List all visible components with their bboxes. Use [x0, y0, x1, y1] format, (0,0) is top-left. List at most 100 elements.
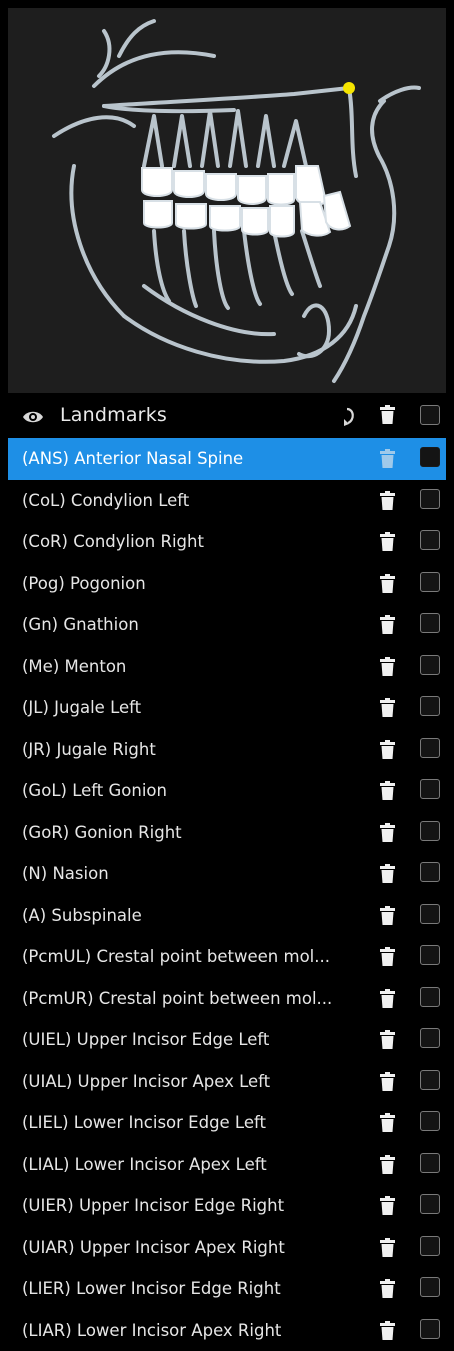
checkbox-box — [420, 572, 440, 592]
delete-landmark-button[interactable] — [380, 574, 395, 593]
landmark-label: (LIER) Lower Incisor Edge Right — [22, 1279, 281, 1298]
landmark-checkbox[interactable] — [420, 738, 440, 758]
landmark-row[interactable]: (UIER) Upper Incisor Edge Right — [8, 1185, 446, 1227]
delete-landmark-button[interactable] — [380, 1321, 395, 1340]
delete-landmark-button[interactable] — [380, 1196, 395, 1215]
delete-all-button[interactable] — [380, 405, 395, 424]
landmark-checkbox[interactable] — [420, 447, 440, 467]
trash-icon — [380, 1279, 395, 1298]
delete-landmark-button[interactable] — [380, 1072, 395, 1091]
trash-icon — [380, 864, 395, 883]
trash-icon — [380, 657, 395, 676]
delete-landmark-button[interactable] — [380, 740, 395, 759]
landmark-label: (Gn) Gnathion — [22, 615, 139, 634]
delete-landmark-button[interactable] — [380, 989, 395, 1008]
landmark-checkbox[interactable] — [420, 1111, 440, 1131]
landmark-row[interactable]: (LIAL) Lower Incisor Apex Left — [8, 1144, 446, 1186]
landmark-row[interactable]: (A) Subspinale — [8, 895, 446, 937]
landmark-checkbox[interactable] — [420, 1153, 440, 1173]
ans-landmark-marker[interactable] — [343, 82, 355, 94]
landmark-checkbox[interactable] — [420, 1277, 440, 1297]
delete-landmark-button[interactable] — [380, 657, 395, 676]
landmark-row[interactable]: (UIAR) Upper Incisor Apex Right — [8, 1227, 446, 1269]
landmark-label: (ANS) Anterior Nasal Spine — [22, 449, 243, 468]
landmark-row[interactable]: (UIEL) Upper Incisor Edge Left — [8, 1019, 446, 1061]
landmark-row[interactable]: (CoL) Condylion Left — [8, 480, 446, 522]
landmark-row[interactable]: (GoL) Left Gonion — [8, 770, 446, 812]
refresh-icon[interactable] — [342, 404, 358, 428]
trash-icon — [380, 906, 395, 925]
landmark-checkbox[interactable] — [420, 1194, 440, 1214]
delete-landmark-button[interactable] — [380, 1155, 395, 1174]
landmark-label: (CoR) Condylion Right — [22, 532, 204, 551]
landmark-checkbox[interactable] — [420, 945, 440, 965]
trash-icon — [380, 1155, 395, 1174]
landmark-label: (A) Subspinale — [22, 906, 142, 925]
landmarks-panel: Landmarks (ANS) Anterior Nasal Spine — [0, 0, 454, 1344]
landmark-checkbox[interactable] — [420, 904, 440, 924]
checkbox-box — [420, 1070, 440, 1090]
delete-landmark-button[interactable] — [380, 1030, 395, 1049]
delete-landmark-button[interactable] — [380, 864, 395, 883]
checkbox-box — [420, 987, 440, 1007]
landmark-label: (GoR) Gonion Right — [22, 823, 182, 842]
checkbox-box — [420, 904, 440, 924]
checkbox-box — [420, 447, 440, 467]
delete-landmark-button[interactable] — [380, 698, 395, 717]
delete-landmark-button[interactable] — [380, 781, 395, 800]
delete-landmark-button[interactable] — [380, 615, 395, 634]
checkbox-box — [420, 530, 440, 550]
landmark-checkbox[interactable] — [420, 987, 440, 1007]
landmark-row[interactable]: (GoR) Gonion Right — [8, 812, 446, 854]
landmark-row[interactable]: (JR) Jugale Right — [8, 729, 446, 771]
delete-landmark-button[interactable] — [380, 449, 395, 468]
landmark-row[interactable]: (PcmUL) Crestal point between mol... — [8, 936, 446, 978]
landmark-row[interactable]: (CoR) Condylion Right — [8, 521, 446, 563]
landmark-checkbox[interactable] — [420, 1236, 440, 1256]
landmark-checkbox[interactable] — [420, 696, 440, 716]
checkbox-box — [420, 1236, 440, 1256]
select-all-checkbox[interactable] — [420, 405, 440, 425]
trash-icon — [380, 823, 395, 842]
delete-landmark-button[interactable] — [380, 947, 395, 966]
landmark-row[interactable]: (Me) Menton — [8, 646, 446, 688]
checkbox-box — [420, 779, 440, 799]
landmark-row[interactable]: (LIER) Lower Incisor Edge Right — [8, 1268, 446, 1310]
landmark-row[interactable]: (JL) Jugale Left — [8, 687, 446, 729]
landmark-row[interactable]: (LIEL) Lower Incisor Edge Left — [8, 1102, 446, 1144]
landmark-checkbox[interactable] — [420, 572, 440, 592]
eye-icon[interactable] — [22, 408, 44, 426]
landmark-checkbox[interactable] — [420, 1319, 440, 1339]
landmark-row[interactable]: (UIAL) Upper Incisor Apex Left — [8, 1061, 446, 1103]
checkbox-box — [420, 862, 440, 882]
delete-landmark-button[interactable] — [380, 823, 395, 842]
landmark-checkbox[interactable] — [420, 862, 440, 882]
landmark-checkbox[interactable] — [420, 821, 440, 841]
checkbox-box — [420, 1153, 440, 1173]
landmark-checkbox[interactable] — [420, 489, 440, 509]
landmark-checkbox[interactable] — [420, 779, 440, 799]
landmark-checkbox[interactable] — [420, 613, 440, 633]
landmark-row[interactable]: (LIAR) Lower Incisor Apex Right — [8, 1310, 446, 1351]
landmark-label: (JL) Jugale Left — [22, 698, 141, 717]
delete-landmark-button[interactable] — [380, 1279, 395, 1298]
delete-landmark-button[interactable] — [380, 1238, 395, 1257]
delete-landmark-button[interactable] — [380, 491, 395, 510]
trash-icon — [380, 449, 395, 468]
landmark-checkbox[interactable] — [420, 1028, 440, 1048]
landmark-label: (UIEL) Upper Incisor Edge Left — [22, 1030, 269, 1049]
delete-landmark-button[interactable] — [380, 532, 395, 551]
landmark-row[interactable]: (PcmUR) Crestal point between mol... — [8, 978, 446, 1020]
delete-landmark-button[interactable] — [380, 1113, 395, 1132]
landmark-row[interactable]: (N) Nasion — [8, 853, 446, 895]
checkbox-box — [420, 655, 440, 675]
landmark-checkbox[interactable] — [420, 655, 440, 675]
trash-icon — [380, 1238, 395, 1257]
landmark-row[interactable]: (ANS) Anterior Nasal Spine — [8, 438, 446, 480]
trash-icon — [380, 1113, 395, 1132]
delete-landmark-button[interactable] — [380, 906, 395, 925]
landmark-row[interactable]: (Gn) Gnathion — [8, 604, 446, 646]
landmark-checkbox[interactable] — [420, 530, 440, 550]
landmark-row[interactable]: (Pog) Pogonion — [8, 563, 446, 605]
landmark-checkbox[interactable] — [420, 1070, 440, 1090]
